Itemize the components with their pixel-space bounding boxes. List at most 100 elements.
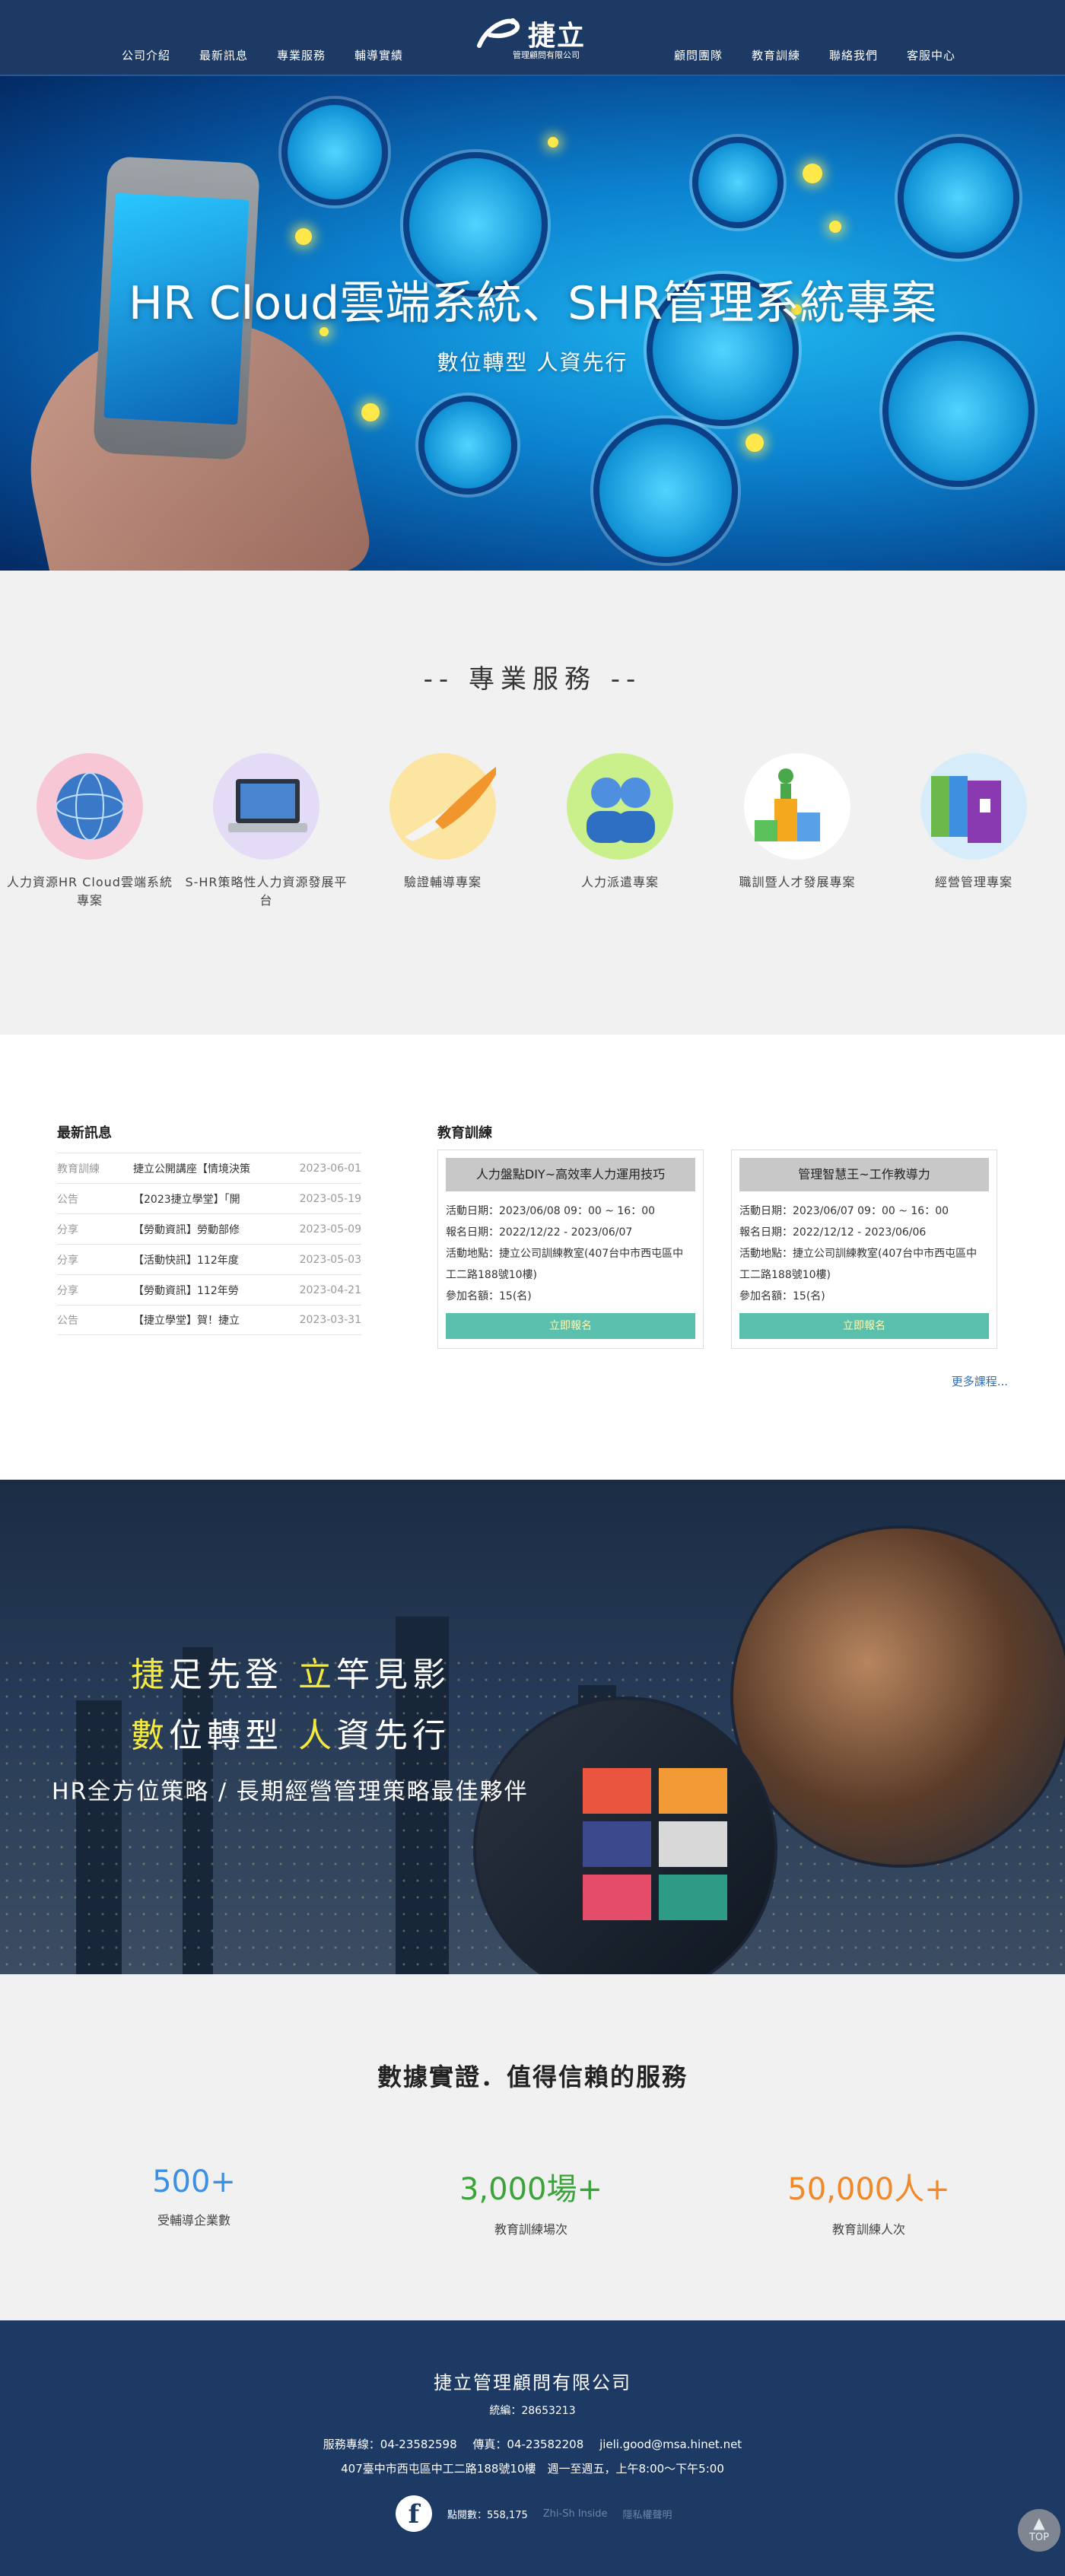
slogan-text: 足先登: [169, 1655, 298, 1694]
top-label: TOP: [1028, 2532, 1049, 2543]
slogan-highlight: 數: [131, 1716, 169, 1755]
site-footer: 捷立管理顧問有限公司 統編：28653213 服務專線：04-23582598 …: [0, 2320, 1065, 2576]
glow-dot: [361, 403, 380, 421]
people-icon: [567, 753, 673, 860]
footer-credit[interactable]: Zhi-Sh Inside: [543, 2508, 608, 2520]
nav-cases[interactable]: 輔導實績: [354, 47, 403, 63]
globe-icon: [37, 753, 143, 860]
news-headline: 捷立公開講座【情境決策: [133, 1162, 250, 1175]
news-date: 2023-06-01: [299, 1162, 361, 1175]
course-title: 人力盤點DIY~高效率人力運用技巧: [446, 1158, 695, 1191]
laptop-icon: [213, 753, 320, 860]
page: 公司介紹 最新訊息 專業服務 輔導實績 捷立 管理顧問有限公司 顧問團隊 教育訓…: [0, 0, 1065, 2576]
stats-section: 數據實證．值得信賴的服務 500+ 受輔導企業數 3,000場+ 教育訓練場次 …: [0, 1974, 1065, 2320]
service-label: 職訓暨人才發展專案: [739, 875, 856, 889]
app-tile: [583, 1875, 651, 1920]
logo-swoosh-icon: [477, 18, 520, 48]
nav-services[interactable]: 專業服務: [277, 47, 326, 63]
podium-icon: [744, 753, 850, 860]
news-date: 2023-03-31: [299, 1314, 361, 1326]
services-title: -- 專業服務 --: [423, 664, 642, 695]
news-category: 公告: [57, 1315, 78, 1327]
app-tile: [583, 1768, 651, 1814]
top-nav: 公司介紹 最新訊息 專業服務 輔導實績 捷立 管理顧問有限公司 顧問團隊 教育訓…: [0, 0, 1065, 76]
course-card[interactable]: 人力盤點DIY~高效率人力運用技巧 活動日期：2023/06/08 09：00 …: [437, 1150, 704, 1349]
news-headline: 【2023捷立學堂】「開: [133, 1193, 240, 1206]
slogan-text: 位轉型: [169, 1716, 298, 1755]
slogan-text: 竿見影: [336, 1655, 450, 1694]
service-hr-cloud[interactable]: 人力資源HR Cloud雲端系統專案: [6, 753, 173, 910]
glow-dot: [746, 434, 764, 452]
more-courses-link[interactable]: 更多課程...: [952, 1373, 1008, 1389]
news-headline: 【勞動資訊】勞動部修: [133, 1223, 240, 1236]
quill-pen-icon: [389, 753, 504, 860]
nav-contact[interactable]: 聯絡我們: [829, 47, 878, 63]
service-label: S-HR策略性人力資源發展平台: [185, 875, 348, 908]
glow-dot: [548, 137, 558, 148]
slogan-highlight: 立: [298, 1655, 336, 1694]
app-tile: [659, 1821, 727, 1867]
stat-number: 3,000場+: [459, 2172, 603, 2207]
course-count: 參加名額：15(名): [739, 1290, 825, 1302]
stat-label: 教育訓練場次: [494, 2222, 567, 2237]
footer-email[interactable]: jieli.good@msa.hinet.net: [599, 2438, 742, 2451]
target-icon: [692, 137, 784, 228]
signup-button[interactable]: 立即報名: [739, 1313, 989, 1339]
clock-icon: [281, 99, 388, 205]
news-headline: 【勞動資訊】112年勞: [133, 1284, 239, 1297]
nav-about[interactable]: 公司介紹: [122, 47, 170, 63]
news-category: 分享: [57, 1223, 78, 1236]
binders-icon: [920, 753, 1027, 860]
slogan-text: 資先行: [336, 1716, 450, 1755]
nav-training[interactable]: 教育訓練: [752, 47, 800, 63]
news-category: 公告: [57, 1193, 78, 1206]
news-row[interactable]: 公告 【2023捷立學堂】「開 2023-05-19: [57, 1183, 361, 1213]
service-label: 驗證輔導專案: [403, 875, 482, 889]
glow-dot: [295, 228, 312, 245]
signup-button[interactable]: 立即報名: [446, 1313, 695, 1339]
nav-consultants[interactable]: 顧問團隊: [674, 47, 723, 63]
news-title: 最新訊息: [57, 1125, 112, 1141]
nav-right-group: 顧問團隊 教育訓練 聯絡我們 客服中心: [674, 47, 955, 63]
course-card[interactable]: 管理智慧王~工作教導力 活動日期：2023/06/07 09：00 ~ 16：0…: [731, 1150, 997, 1349]
news-row[interactable]: 分享 【勞動資訊】勞動部修 2023-05-09: [57, 1213, 361, 1244]
nav-support[interactable]: 客服中心: [907, 47, 955, 63]
stats-title: 數據實證．值得信賴的服務: [377, 2062, 688, 2091]
hero-subtitle: 數位轉型 人資先行: [437, 350, 628, 375]
course-place: 活動地點：捷立公司訓練教室(407台中市西屯區中: [739, 1248, 978, 1260]
service-staffing[interactable]: 人力派遣專案: [536, 753, 704, 892]
stat-sessions: 3,000場+ 教育訓練場次: [417, 2164, 645, 2237]
news-headline: 【活動快訊】112年度: [133, 1254, 239, 1267]
stat-label: 受輔導企業數: [157, 2213, 230, 2228]
service-shr-platform[interactable]: S-HR策略性人力資源發展平台: [183, 753, 350, 910]
service-management[interactable]: 經營管理專案: [890, 753, 1057, 892]
nav-news[interactable]: 最新訊息: [199, 47, 248, 63]
stat-companies: 500+ 受輔導企業數: [80, 2164, 308, 2228]
facebook-icon[interactable]: f: [396, 2495, 432, 2532]
site-logo[interactable]: 捷立 管理顧問有限公司: [473, 12, 595, 65]
course-signup: 報名日期：2022/12/22 - 2023/06/07: [446, 1226, 633, 1239]
meeting-photo: [730, 1525, 1065, 1868]
course-place-cont: 工二路188號10樓): [739, 1269, 831, 1281]
back-to-top-button[interactable]: ▲ TOP: [1018, 2509, 1060, 2552]
strategy-banner: 捷足先登 立竿見影 數位轉型 人資先行 HR全方位策略 / 長期經營管理策略最佳…: [0, 1480, 1065, 1974]
news-row[interactable]: 公告 【捷立學堂】賀！捷立 2023-03-31: [57, 1305, 361, 1335]
news-category: 分享: [57, 1284, 78, 1297]
coin-icon: [898, 137, 1019, 259]
course-date: 活動日期：2023/06/08 09：00 ~ 16：00: [446, 1205, 656, 1217]
news-row[interactable]: 教育訓練 捷立公開講座【情境決策 2023-06-01: [57, 1153, 361, 1183]
privacy-link[interactable]: 隱私權聲明: [623, 2507, 672, 2521]
footer-address: 407臺中市西屯區中工二路188號10樓 週一至週五，上午8:00～下午5:00: [341, 2462, 724, 2476]
news-row[interactable]: 分享 【活動快訊】112年度 2023-05-03: [57, 1244, 361, 1274]
news-row[interactable]: 分享 【勞動資訊】112年勞 2023-04-21: [57, 1274, 361, 1305]
service-talent-dev[interactable]: 職訓暨人才發展專案: [714, 753, 881, 892]
service-certification[interactable]: 驗證輔導專案: [359, 753, 526, 892]
training-section: 教育訓練 人力盤點DIY~高效率人力運用技巧 活動日期：2023/06/08 0…: [437, 1122, 1016, 1349]
hero-title: HR Cloud雲端系統、SHR管理系統專案: [128, 277, 937, 330]
course-place-cont: 工二路188號10樓): [446, 1269, 537, 1281]
service-label: 人力資源HR Cloud雲端系統專案: [7, 875, 173, 908]
course-place: 活動地點：捷立公司訓練教室(407台中市西屯區中: [446, 1248, 684, 1260]
slogan-line-3: HR全方位策略 / 長期經營管理策略最佳夥伴: [52, 1779, 529, 1805]
nav-left-group: 公司介紹 最新訊息 專業服務 輔導實績: [122, 47, 403, 63]
glow-dot: [803, 164, 822, 183]
